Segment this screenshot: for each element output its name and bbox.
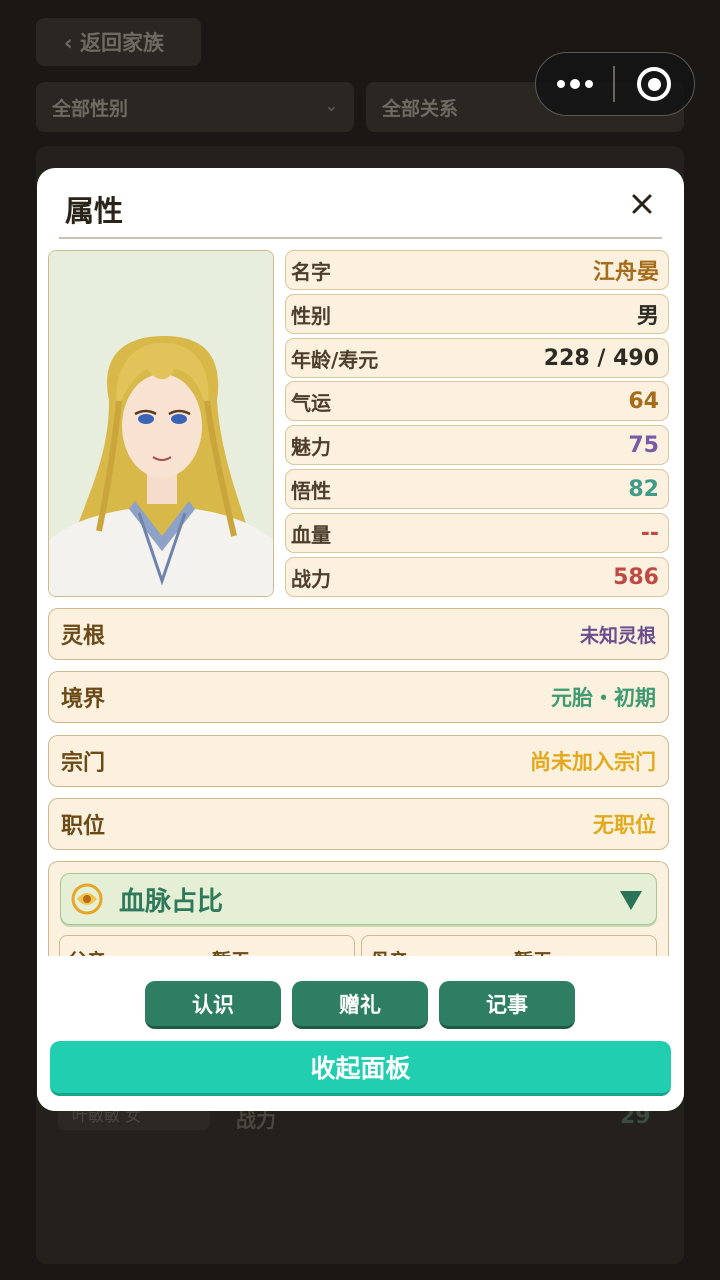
info-label: 灵根 [61,624,106,649]
bloodline-title: 血脉占比 [119,886,224,917]
title-divider [59,237,662,239]
target-icon[interactable] [615,67,694,101]
gift-button[interactable]: 赠礼 [292,981,428,1029]
info-value: 元胎・初期 [551,686,656,710]
info-label: 境界 [61,687,106,712]
stat-row-power: 战力 586 [285,557,669,597]
stat-value: 江舟晏 [592,260,659,285]
stat-value: -- [640,520,659,546]
record-button[interactable]: 记事 [439,981,575,1029]
stat-label: 气运 [291,390,331,415]
stat-label: 魅力 [291,434,331,459]
stat-value: 64 [628,388,659,414]
info-value: 无职位 [593,813,656,837]
info-value: 未知灵根 [579,624,656,647]
caret-down-icon [620,891,642,910]
stat-row-hp: 血量 -- [285,513,669,553]
relation-filter-label: 全部关系 [382,97,459,120]
close-icon[interactable] [626,188,658,220]
more-dots-icon[interactable] [536,78,613,89]
attribute-modal: 属性 名字 江舟晏 性别 男 年龄/寿元 228 / 490 气运 64 魅力 … [37,168,684,1111]
stat-value: 586 [613,564,659,590]
stat-label: 性别 [291,303,331,328]
stat-label: 名字 [291,259,331,284]
back-to-family-button[interactable]: ‹ 返回家族 [36,18,201,66]
character-portrait [48,250,274,597]
stat-value: 228 / 490 [543,345,659,371]
info-row-spirit-root: 灵根 未知灵根 [48,608,669,660]
bloodline-toggle[interactable]: 血脉占比 [60,873,657,925]
bloodline-swirl-icon [71,883,103,915]
stat-row-gender: 性别 男 [285,294,669,334]
info-label: 职位 [61,814,106,839]
gender-filter-label: 全部性别 [52,97,129,120]
stat-row-luck: 气运 64 [285,381,669,421]
collapse-panel-button[interactable]: 收起面板 [50,1041,671,1096]
info-value: 尚未加入宗门 [530,750,656,774]
modal-title: 属性 [65,194,124,228]
stat-row-charm: 魅力 75 [285,425,669,465]
bloodline-section: 血脉占比 父亲 暂无 母亲 暂无 [48,861,669,961]
stat-label: 战力 [291,566,331,591]
miniprogram-capsule [535,52,695,116]
recognize-button[interactable]: 认识 [145,981,281,1029]
info-row-position: 职位 无职位 [48,798,669,850]
stat-label: 年龄/寿元 [291,347,379,372]
stat-label: 悟性 [291,478,331,503]
stat-label: 血量 [291,522,331,547]
stat-value: 82 [628,476,659,502]
info-label: 宗门 [61,751,106,776]
info-row-realm: 境界 元胎・初期 [48,671,669,723]
stat-value: 男 [636,304,659,329]
stat-row-comprehension: 悟性 82 [285,469,669,509]
stat-row-name: 名字 江舟晏 [285,250,669,290]
stat-value: 75 [628,432,659,458]
gender-filter-select[interactable]: 全部性别 ⌄ [36,82,354,132]
chevron-down-icon: ⌄ [324,96,338,115]
stat-row-age: 年龄/寿元 228 / 490 [285,338,669,378]
info-row-sect: 宗门 尚未加入宗门 [48,735,669,787]
